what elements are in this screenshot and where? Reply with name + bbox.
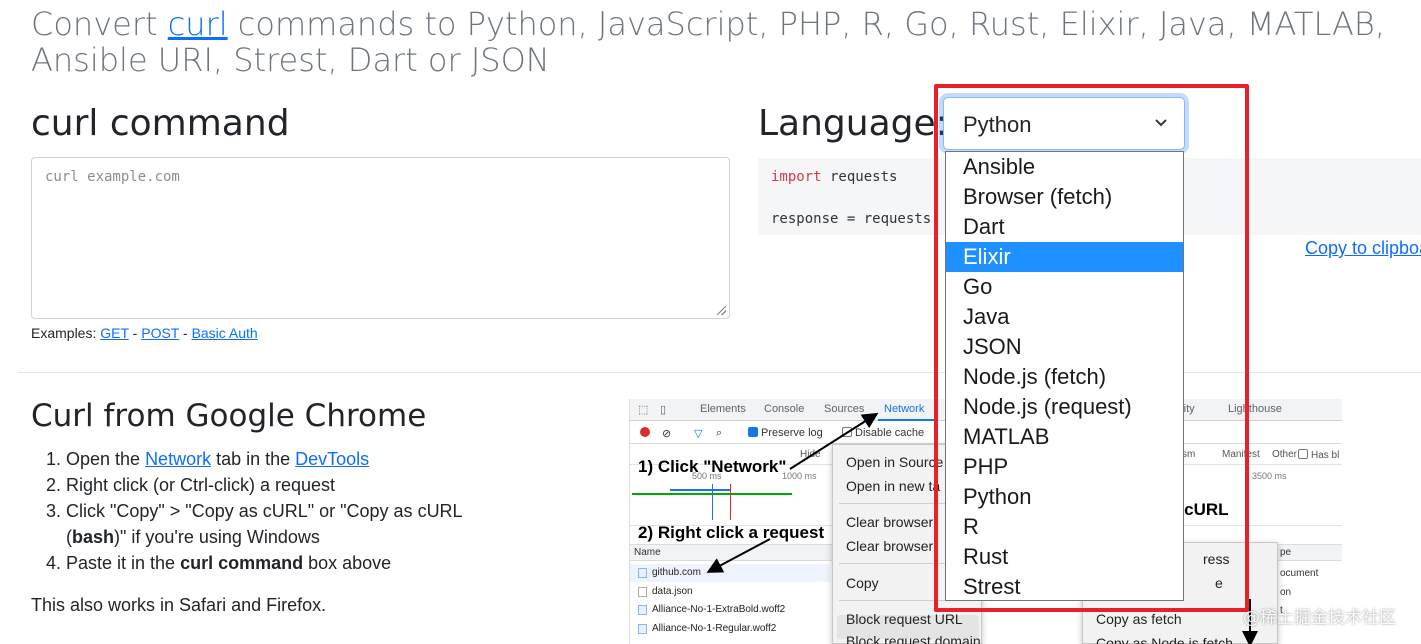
copy-to-clipboard-link[interactable]: Copy to clipboard	[1305, 238, 1421, 259]
list-item: 4. Paste it in the curl command box above	[46, 553, 392, 573]
example-basic-auth-link[interactable]: Basic Auth	[192, 325, 258, 341]
examples-line: Examples: GET - POST - Basic Auth	[31, 325, 258, 341]
network-link[interactable]: Network	[145, 449, 211, 469]
chrome-steps-list: 1. Open the Network tab in the DevTools 2…	[31, 446, 511, 576]
chrome-section-heading: Curl from Google Chrome	[31, 398, 427, 434]
watermark: @稀土掘金技术社区	[1243, 608, 1396, 628]
example-get-link[interactable]: GET	[100, 325, 129, 341]
example-post-link[interactable]: POST	[141, 325, 179, 341]
arrow	[706, 538, 771, 573]
page-headline: Convert curl commands to Python, JavaScr…	[31, 5, 1386, 79]
curl-command-heading: curl command	[31, 103, 290, 144]
resize-handle-icon[interactable]	[717, 306, 726, 315]
arrow	[789, 412, 879, 470]
language-heading: Language:	[758, 103, 948, 144]
code-line: response = requests.	[771, 211, 940, 227]
list-item: 2. Right click (or Ctrl-click) a request	[46, 475, 336, 495]
code-line: import requests	[771, 169, 898, 185]
list-item: 1. Open the Network tab in the DevTools	[46, 449, 370, 469]
curl-command-input[interactable]: curl example.com	[31, 157, 730, 319]
curl-command-placeholder: curl example.com	[45, 169, 180, 185]
list-item: 3. Click "Copy" > "Copy as cURL" or "Copy…	[46, 501, 462, 547]
curl-link[interactable]: curl	[168, 5, 228, 43]
browser-note: This also works in Safari and Firefox.	[31, 595, 327, 615]
devtools-link[interactable]: DevTools	[295, 449, 369, 469]
annotation-highlight-box	[934, 84, 1249, 612]
page: Convert curl commands to Python, JavaScr…	[0, 0, 1421, 644]
code-keyword: import	[771, 169, 822, 185]
